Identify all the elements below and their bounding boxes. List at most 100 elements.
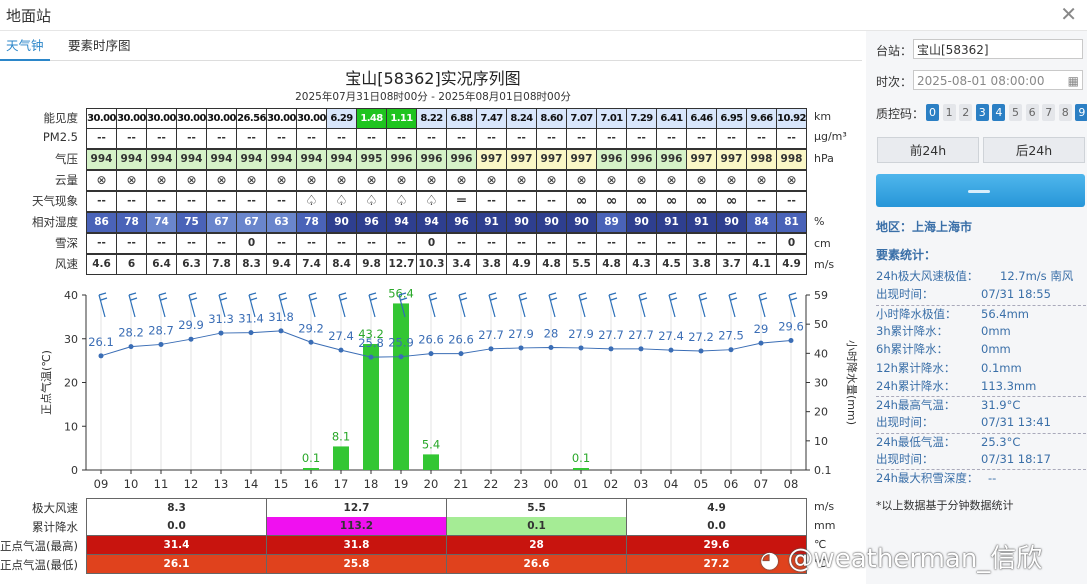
stat-row: 24h极大风速极值： 12.7m/s 南风 — [876, 268, 1086, 285]
query-button[interactable] — [876, 174, 1085, 207]
humidity-cell: 90 — [567, 213, 597, 233]
wind-barb-flag — [160, 297, 168, 301]
qc-code-6[interactable]: 6 — [1025, 104, 1039, 121]
wind-speed-cell: 4.3 — [627, 255, 657, 275]
wind-barb-staff — [458, 294, 466, 318]
tab-element-timeseries[interactable]: 要素时序图 — [62, 32, 137, 59]
label-tmax: 正点气温(最高) — [0, 539, 78, 553]
wind-barb-flag — [758, 292, 767, 296]
snow-depth-cell: -- — [597, 234, 627, 254]
pm25-row: -- -- -- -- -- -- -- -- -- -- -- -- -- -- -- -- -- -- -- --… — [86, 128, 807, 149]
x-tick-label: 12 — [184, 477, 199, 491]
qc-code-2[interactable]: 2 — [959, 104, 973, 121]
stat-label: 出现时间： — [876, 415, 934, 430]
temperature-label: 26.6 — [448, 333, 474, 347]
pm25-cell: -- — [747, 129, 777, 149]
wind-speed-cell: 6.4 — [147, 255, 177, 275]
pressure-cell: 994 — [117, 150, 147, 170]
wind-barb-flag — [488, 292, 497, 296]
time-input[interactable]: 2025-08-01 08:00:00 ▦ — [913, 70, 1083, 90]
temperature-label: 29.6 — [778, 320, 804, 334]
wind-barb-icon — [638, 292, 648, 318]
wind-barb-flag — [338, 292, 347, 296]
pressure-cell: 994 — [327, 150, 357, 170]
qc-code-4[interactable]: 4 — [992, 104, 1006, 121]
qc-code-5[interactable]: 5 — [1009, 104, 1022, 121]
qc-code-8[interactable]: 8 — [1058, 104, 1072, 121]
station-input[interactable]: 宝山[58362] — [913, 39, 1083, 59]
wind-speed-cell: 4.8 — [537, 255, 567, 275]
snow-row: -- -- -- -- -- 0 -- -- -- -- -- 0 -- -- -- -- -- -- -- -- --… — [86, 233, 807, 254]
temperature-point — [788, 338, 794, 343]
wind-barb-staff — [578, 294, 586, 318]
stat-value: 56.4mm — [981, 306, 1030, 321]
right-axis-title: 小时降水量(mm) — [845, 340, 859, 425]
x-tick-label: 22 — [484, 477, 499, 491]
temperature-label: 27.7 — [478, 328, 504, 342]
prev-24h-button[interactable]: 前24h — [877, 137, 979, 163]
visibility-cell: 1.11 — [387, 109, 417, 129]
next-24h-button[interactable]: 后24h — [983, 137, 1085, 163]
pm25-cell: -- — [777, 129, 807, 149]
cloud-cover-icon: ⊗ — [297, 171, 327, 191]
humidity-cell: 91 — [477, 213, 507, 233]
snow-depth-cell: -- — [327, 234, 357, 254]
qc-code-1[interactable]: 1 — [942, 104, 956, 121]
wind-barb-icon — [548, 292, 558, 318]
humidity-cell: 96 — [357, 213, 387, 233]
wind-barb-flag — [158, 292, 167, 296]
pressure-cell: 997 — [717, 150, 747, 170]
close-icon[interactable]: ✕ — [1060, 2, 1077, 26]
tab-weather-clock[interactable]: 天气钟 — [0, 32, 50, 61]
x-tick-label: 19 — [394, 477, 409, 491]
wind-barb-staff — [158, 294, 166, 318]
wind-barb-staff — [728, 294, 736, 318]
visibility-cell: 7.01 — [597, 109, 627, 129]
qc-code-3[interactable]: 3 — [975, 104, 989, 121]
cloud-cover-icon: ⊗ — [507, 171, 537, 191]
snow-depth-cell: -- — [117, 234, 147, 254]
wind-barb-flag — [670, 297, 678, 301]
wind-barb-flag — [700, 297, 708, 301]
pressure-cell: 997 — [567, 150, 597, 170]
wind-barb-flag — [248, 292, 257, 296]
x-tick-label: 13 — [214, 477, 229, 491]
unit-humidity: % — [814, 215, 825, 228]
wind-barb-staff — [188, 294, 196, 318]
qc-code-0[interactable]: 0 — [926, 104, 939, 121]
tmin-cell: 25.8 — [267, 555, 447, 574]
pm25-cell: -- — [537, 129, 567, 149]
pressure-cell: 994 — [87, 150, 117, 170]
right-tick-label: 20 — [814, 406, 828, 419]
wind-speed-cell: 8.4 — [327, 255, 357, 275]
wind-barb-staff — [638, 294, 646, 318]
pressure-cell: 998 — [747, 150, 777, 170]
weather-none: -- — [117, 192, 147, 212]
cloud-cover-icon: ⊗ — [447, 171, 477, 191]
temperature-point — [338, 347, 344, 353]
cloud-cover-icon: ⊗ — [357, 171, 387, 191]
temperature-label: 31.8 — [268, 310, 294, 324]
qc-code-7[interactable]: 7 — [1042, 104, 1056, 121]
temperature-point — [758, 340, 764, 346]
pressure-cell: 994 — [267, 150, 297, 170]
calendar-icon[interactable]: ▦ — [1068, 71, 1079, 91]
cloud-cover-icon: ⊗ — [117, 171, 147, 191]
wind-barb-flag — [368, 292, 377, 296]
wind-barb-flag — [280, 297, 288, 301]
visibility-cell: 8.24 — [507, 109, 537, 129]
x-tick-label: 17 — [334, 477, 349, 491]
qc-code-9[interactable]: 9 — [1075, 104, 1087, 121]
wind-barb-flag — [220, 297, 228, 301]
precip-bar — [363, 344, 379, 470]
wind-barb-flag — [188, 292, 197, 296]
x-tick-label: 21 — [454, 477, 469, 491]
visibility-cell: 6.88 — [447, 109, 477, 129]
x-tick-label: 08 — [784, 477, 799, 491]
stat-value: 0mm — [981, 323, 1011, 338]
temperature-point — [128, 344, 134, 350]
tmax-cell: 31.4 — [87, 536, 267, 555]
visibility-cell: 30.00 — [207, 109, 237, 129]
stat-value: 0.1mm — [981, 360, 1022, 375]
wind-barb-staff — [338, 294, 346, 318]
